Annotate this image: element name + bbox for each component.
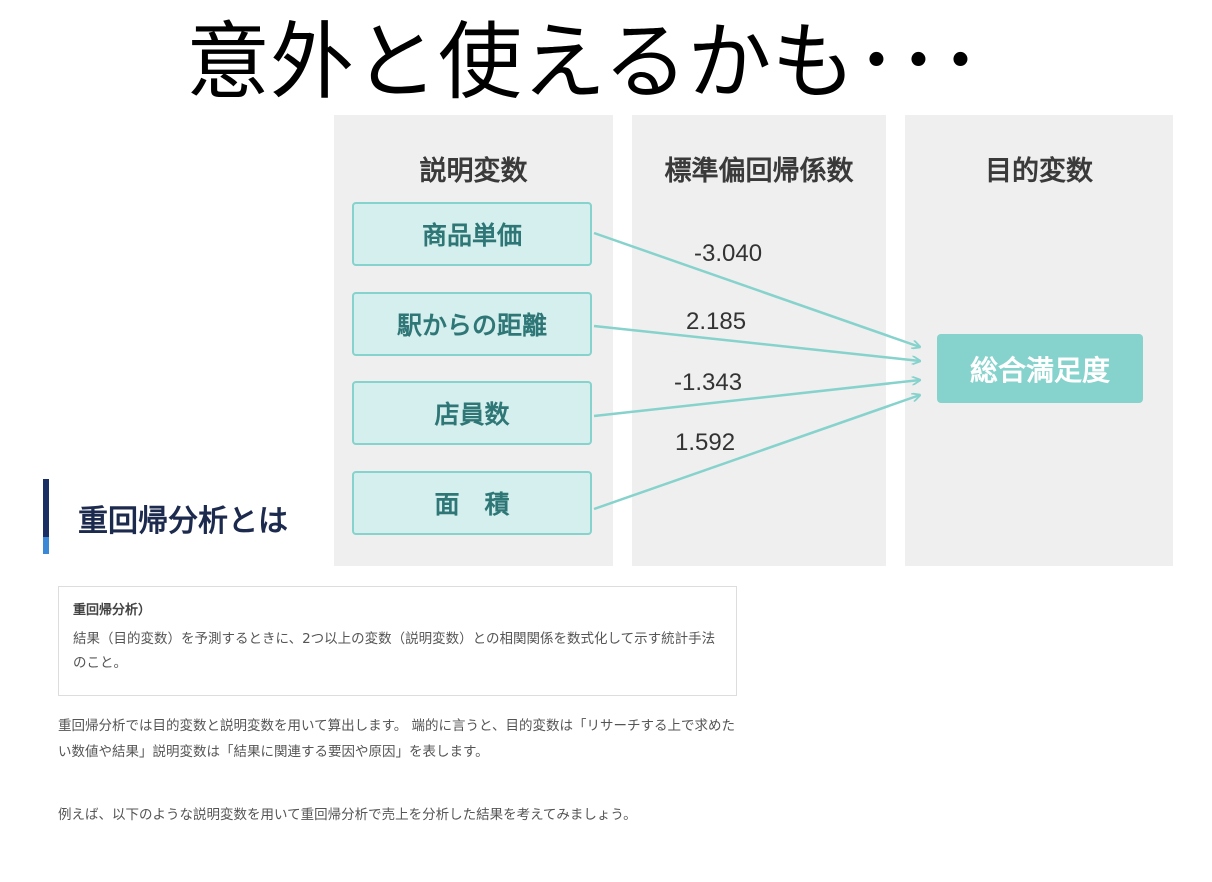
variable-box-staff-count: 店員数 [352, 381, 592, 445]
coefficient-label-area: 1.592 [675, 429, 736, 456]
heading-accent-bar-lower [43, 537, 49, 554]
arrow-line-area [593, 395, 920, 511]
target-variable-box: 総合満足度 [937, 334, 1143, 403]
coefficient-label-unit-price: -3.040 [694, 240, 763, 267]
definition-title: 重回帰分析） [73, 603, 152, 618]
heading-accent-bar [43, 479, 49, 537]
arrow-line-distance [593, 324, 920, 361]
section-heading: 重回帰分析とは [78, 504, 288, 539]
paragraph-example: 例えば、以下のような説明変数を用いて重回帰分析で売上を分析した結果を考えてみまし… [58, 807, 637, 823]
coefficient-label-station-distance: 2.185 [686, 308, 747, 335]
definition-text: 結果（目的変数）を予測するときに、2つ以上の変数（説明変数）との相関関係を数式化… [73, 631, 716, 671]
variable-box-area: 面 積 [352, 471, 592, 535]
definition-box: 重回帰分析） 結果（目的変数）を予測するときに、2つ以上の変数（説明変数）との相… [58, 586, 737, 696]
variable-box-unit-price: 商品単価 [352, 202, 592, 266]
coefficient-label-staff-count: -1.343 [674, 369, 743, 396]
paragraph-intro: 重回帰分析では目的変数と説明変数を用いて算出します。 端的に言うと、目的変数は「… [58, 718, 735, 760]
arrow-line-staff [593, 380, 920, 418]
variable-box-station-distance: 駅からの距離 [352, 292, 592, 356]
